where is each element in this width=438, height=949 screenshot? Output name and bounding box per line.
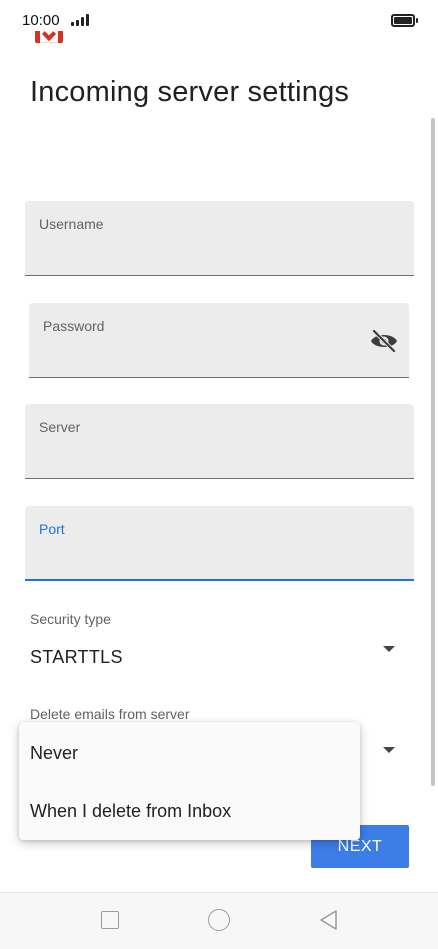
status-time: 10:00 — [22, 12, 60, 29]
signal-bars-icon — [71, 14, 89, 26]
security-type-select[interactable]: STARTTLS — [30, 647, 123, 668]
username-input[interactable] — [39, 237, 364, 263]
server-field[interactable]: Server — [25, 404, 414, 479]
status-bar: 10:00 — [0, 0, 438, 40]
security-type-label: Security type — [30, 611, 111, 627]
menu-item-never[interactable]: Never — [19, 724, 360, 782]
server-label: Server — [39, 419, 81, 435]
eye-off-icon[interactable] — [369, 328, 399, 354]
battery-full-icon — [391, 14, 418, 27]
circle-home-icon[interactable] — [208, 909, 230, 931]
triangle-back-icon[interactable] — [318, 909, 338, 931]
password-label: Password — [43, 318, 105, 334]
chevron-down-icon[interactable] — [383, 747, 395, 753]
password-input[interactable] — [43, 339, 359, 365]
chevron-down-icon[interactable] — [383, 646, 395, 652]
password-field[interactable]: Password — [29, 303, 409, 378]
delete-emails-dropdown-menu: Never When I delete from Inbox — [19, 722, 360, 840]
menu-item-when-deleted-from-inbox[interactable]: When I delete from Inbox — [19, 782, 360, 840]
server-input[interactable] — [39, 440, 364, 466]
username-field[interactable]: Username — [25, 201, 414, 276]
port-label: Port — [39, 521, 65, 537]
port-field[interactable]: Port — [25, 506, 414, 581]
port-input[interactable] — [39, 542, 364, 568]
scrollbar[interactable] — [431, 118, 435, 786]
delete-emails-label: Delete emails from server — [30, 706, 190, 722]
system-navigation-bar — [0, 892, 438, 949]
username-label: Username — [39, 216, 104, 232]
gmail-logo-icon — [35, 31, 63, 44]
page-title: Incoming server settings — [30, 76, 350, 108]
square-recents-icon[interactable] — [101, 911, 119, 929]
